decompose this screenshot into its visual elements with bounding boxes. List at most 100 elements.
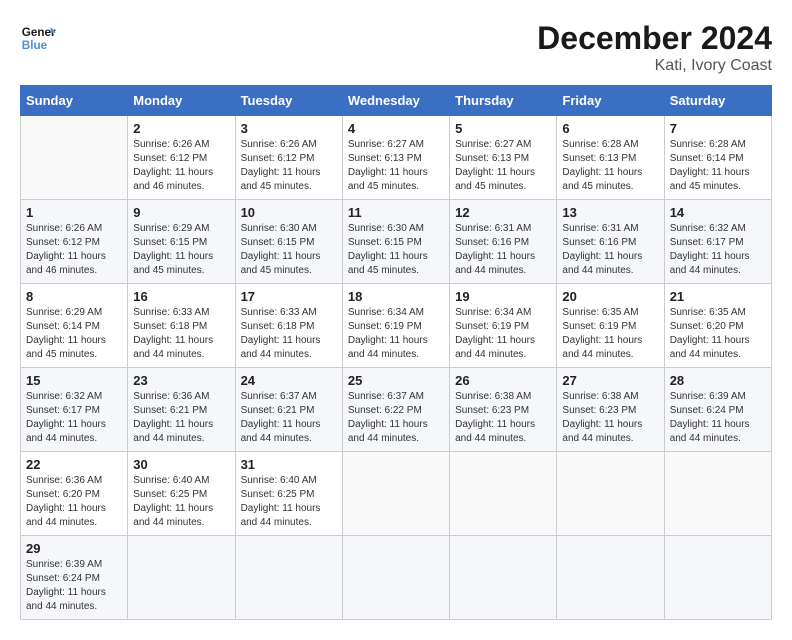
day-info: Sunrise: 6:30 AMSunset: 6:15 PMDaylight:… (348, 223, 428, 276)
calendar-day-cell: 11 Sunrise: 6:30 AMSunset: 6:15 PMDaylig… (342, 200, 449, 284)
calendar-day-cell: 26 Sunrise: 6:38 AMSunset: 6:23 PMDaylig… (450, 368, 557, 452)
day-info: Sunrise: 6:28 AMSunset: 6:14 PMDaylight:… (670, 139, 750, 192)
day-info: Sunrise: 6:26 AMSunset: 6:12 PMDaylight:… (133, 139, 213, 192)
calendar-day-cell: 15 Sunrise: 6:32 AMSunset: 6:17 PMDaylig… (21, 368, 128, 452)
calendar-day-cell: 20 Sunrise: 6:35 AMSunset: 6:19 PMDaylig… (557, 284, 664, 368)
svg-text:Blue: Blue (22, 39, 48, 52)
day-info: Sunrise: 6:33 AMSunset: 6:18 PMDaylight:… (133, 307, 213, 360)
day-info: Sunrise: 6:32 AMSunset: 6:17 PMDaylight:… (26, 391, 106, 444)
calendar-day-cell: 6 Sunrise: 6:28 AMSunset: 6:13 PMDayligh… (557, 116, 664, 200)
calendar-week-row: 22 Sunrise: 6:36 AMSunset: 6:20 PMDaylig… (21, 452, 772, 536)
day-number: 5 (455, 121, 551, 136)
calendar-day-cell (21, 116, 128, 200)
day-number: 10 (241, 205, 337, 220)
header-row: SundayMondayTuesdayWednesdayThursdayFrid… (21, 86, 772, 116)
calendar-day-cell: 4 Sunrise: 6:27 AMSunset: 6:13 PMDayligh… (342, 116, 449, 200)
calendar-day-cell: 8 Sunrise: 6:29 AMSunset: 6:14 PMDayligh… (21, 284, 128, 368)
day-info: Sunrise: 6:31 AMSunset: 6:16 PMDaylight:… (562, 223, 642, 276)
calendar-day-cell: 16 Sunrise: 6:33 AMSunset: 6:18 PMDaylig… (128, 284, 235, 368)
calendar-week-row: 29 Sunrise: 6:39 AMSunset: 6:24 PMDaylig… (21, 536, 772, 620)
day-number: 28 (670, 373, 766, 388)
day-number: 2 (133, 121, 229, 136)
calendar-week-row: 15 Sunrise: 6:32 AMSunset: 6:17 PMDaylig… (21, 368, 772, 452)
day-info: Sunrise: 6:28 AMSunset: 6:13 PMDaylight:… (562, 139, 642, 192)
day-info: Sunrise: 6:30 AMSunset: 6:15 PMDaylight:… (241, 223, 321, 276)
calendar-day-cell: 27 Sunrise: 6:38 AMSunset: 6:23 PMDaylig… (557, 368, 664, 452)
day-number: 24 (241, 373, 337, 388)
calendar-day-cell (557, 536, 664, 620)
calendar-day-cell: 21 Sunrise: 6:35 AMSunset: 6:20 PMDaylig… (664, 284, 771, 368)
day-info: Sunrise: 6:38 AMSunset: 6:23 PMDaylight:… (562, 391, 642, 444)
calendar-day-cell (664, 536, 771, 620)
day-number: 25 (348, 373, 444, 388)
weekday-header: Sunday (21, 86, 128, 116)
calendar-week-row: 1 Sunrise: 6:26 AMSunset: 6:12 PMDayligh… (21, 200, 772, 284)
calendar-day-cell (450, 536, 557, 620)
day-number: 14 (670, 205, 766, 220)
day-info: Sunrise: 6:35 AMSunset: 6:20 PMDaylight:… (670, 307, 750, 360)
calendar-day-cell: 22 Sunrise: 6:36 AMSunset: 6:20 PMDaylig… (21, 452, 128, 536)
day-info: Sunrise: 6:37 AMSunset: 6:22 PMDaylight:… (348, 391, 428, 444)
day-number: 21 (670, 289, 766, 304)
day-number: 11 (348, 205, 444, 220)
month-title: December 2024 (537, 20, 772, 57)
day-number: 3 (241, 121, 337, 136)
calendar-day-cell: 25 Sunrise: 6:37 AMSunset: 6:22 PMDaylig… (342, 368, 449, 452)
day-number: 12 (455, 205, 551, 220)
calendar-day-cell: 28 Sunrise: 6:39 AMSunset: 6:24 PMDaylig… (664, 368, 771, 452)
calendar-day-cell: 10 Sunrise: 6:30 AMSunset: 6:15 PMDaylig… (235, 200, 342, 284)
calendar-day-cell (342, 452, 449, 536)
day-number: 16 (133, 289, 229, 304)
day-number: 8 (26, 289, 122, 304)
day-info: Sunrise: 6:27 AMSunset: 6:13 PMDaylight:… (455, 139, 535, 192)
calendar-day-cell: 3 Sunrise: 6:26 AMSunset: 6:12 PMDayligh… (235, 116, 342, 200)
calendar-week-row: 8 Sunrise: 6:29 AMSunset: 6:14 PMDayligh… (21, 284, 772, 368)
location: Kati, Ivory Coast (537, 57, 772, 75)
day-info: Sunrise: 6:26 AMSunset: 6:12 PMDaylight:… (26, 223, 106, 276)
calendar-day-cell: 7 Sunrise: 6:28 AMSunset: 6:14 PMDayligh… (664, 116, 771, 200)
calendar-table: SundayMondayTuesdayWednesdayThursdayFrid… (20, 85, 772, 620)
day-number: 26 (455, 373, 551, 388)
day-number: 6 (562, 121, 658, 136)
day-number: 22 (26, 457, 122, 472)
day-info: Sunrise: 6:34 AMSunset: 6:19 PMDaylight:… (455, 307, 535, 360)
day-info: Sunrise: 6:37 AMSunset: 6:21 PMDaylight:… (241, 391, 321, 444)
title-block: December 2024 Kati, Ivory Coast (537, 20, 772, 75)
calendar-day-cell: 17 Sunrise: 6:33 AMSunset: 6:18 PMDaylig… (235, 284, 342, 368)
day-number: 30 (133, 457, 229, 472)
day-info: Sunrise: 6:29 AMSunset: 6:14 PMDaylight:… (26, 307, 106, 360)
logo-icon: General Blue (20, 20, 56, 56)
day-info: Sunrise: 6:33 AMSunset: 6:18 PMDaylight:… (241, 307, 321, 360)
weekday-header: Thursday (450, 86, 557, 116)
calendar-day-cell: 1 Sunrise: 6:26 AMSunset: 6:12 PMDayligh… (21, 200, 128, 284)
calendar-day-cell (664, 452, 771, 536)
day-info: Sunrise: 6:40 AMSunset: 6:25 PMDaylight:… (241, 475, 321, 528)
day-info: Sunrise: 6:35 AMSunset: 6:19 PMDaylight:… (562, 307, 642, 360)
calendar-day-cell: 31 Sunrise: 6:40 AMSunset: 6:25 PMDaylig… (235, 452, 342, 536)
calendar-day-cell: 13 Sunrise: 6:31 AMSunset: 6:16 PMDaylig… (557, 200, 664, 284)
weekday-header: Monday (128, 86, 235, 116)
day-number: 18 (348, 289, 444, 304)
calendar-day-cell (342, 536, 449, 620)
day-info: Sunrise: 6:31 AMSunset: 6:16 PMDaylight:… (455, 223, 535, 276)
day-info: Sunrise: 6:38 AMSunset: 6:23 PMDaylight:… (455, 391, 535, 444)
weekday-header: Tuesday (235, 86, 342, 116)
calendar-day-cell: 2 Sunrise: 6:26 AMSunset: 6:12 PMDayligh… (128, 116, 235, 200)
day-info: Sunrise: 6:32 AMSunset: 6:17 PMDaylight:… (670, 223, 750, 276)
day-number: 1 (26, 205, 122, 220)
day-number: 27 (562, 373, 658, 388)
day-info: Sunrise: 6:36 AMSunset: 6:21 PMDaylight:… (133, 391, 213, 444)
day-number: 23 (133, 373, 229, 388)
day-info: Sunrise: 6:34 AMSunset: 6:19 PMDaylight:… (348, 307, 428, 360)
calendar-day-cell: 5 Sunrise: 6:27 AMSunset: 6:13 PMDayligh… (450, 116, 557, 200)
day-info: Sunrise: 6:39 AMSunset: 6:24 PMDaylight:… (670, 391, 750, 444)
day-info: Sunrise: 6:29 AMSunset: 6:15 PMDaylight:… (133, 223, 213, 276)
calendar-day-cell: 19 Sunrise: 6:34 AMSunset: 6:19 PMDaylig… (450, 284, 557, 368)
day-info: Sunrise: 6:39 AMSunset: 6:24 PMDaylight:… (26, 559, 106, 612)
calendar-week-row: 2 Sunrise: 6:26 AMSunset: 6:12 PMDayligh… (21, 116, 772, 200)
day-number: 7 (670, 121, 766, 136)
calendar-day-cell: 14 Sunrise: 6:32 AMSunset: 6:17 PMDaylig… (664, 200, 771, 284)
calendar-day-cell: 30 Sunrise: 6:40 AMSunset: 6:25 PMDaylig… (128, 452, 235, 536)
day-number: 19 (455, 289, 551, 304)
calendar-day-cell: 12 Sunrise: 6:31 AMSunset: 6:16 PMDaylig… (450, 200, 557, 284)
